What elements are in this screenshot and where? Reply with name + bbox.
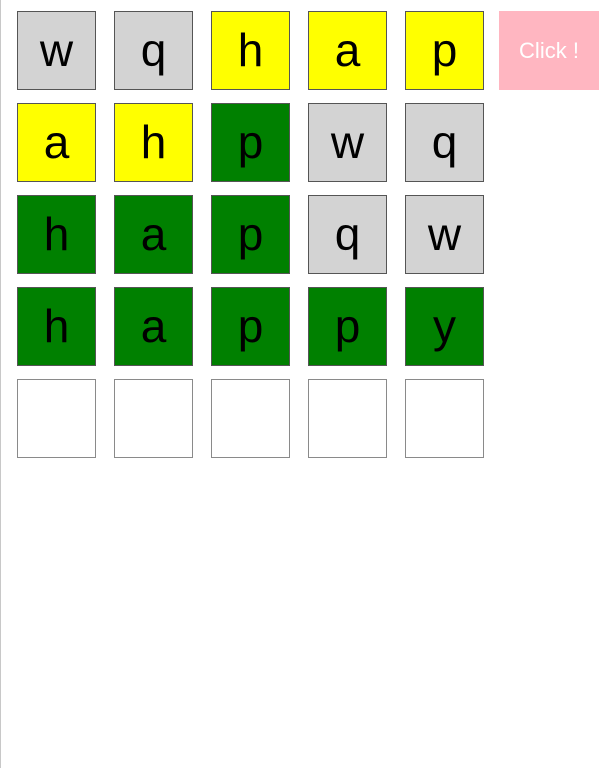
letter-tile: p [308,287,387,366]
letter-tile: p [211,103,290,182]
letter-tile: a [17,103,96,182]
letter-tile: a [308,11,387,90]
letter-tile: q [308,195,387,274]
letter-tile: p [211,287,290,366]
empty-tile [114,379,193,458]
guess-row-3: h a p q w [17,195,502,274]
empty-tile [405,379,484,458]
letter-tile: w [405,195,484,274]
guess-row-4: h a p p y [17,287,502,366]
letter-tile: a [114,287,193,366]
empty-tile [17,379,96,458]
letter-tile: p [211,195,290,274]
guess-row-5 [17,379,502,458]
letter-tile: a [114,195,193,274]
letter-tile: y [405,287,484,366]
letter-tile: h [114,103,193,182]
letter-tile: h [17,287,96,366]
word-grid: w q h a p a h p w q h a p q w h a p p y [17,11,502,471]
guess-row-1: w q h a p [17,11,502,90]
letter-tile: h [17,195,96,274]
guess-row-2: a h p w q [17,103,502,182]
left-border [0,0,1,768]
letter-tile: q [114,11,193,90]
letter-tile: p [405,11,484,90]
letter-tile: h [211,11,290,90]
click-button[interactable]: Click ! [499,11,599,90]
letter-tile: w [17,11,96,90]
game-page: w q h a p a h p w q h a p q w h a p p y [0,0,614,768]
empty-tile [211,379,290,458]
letter-tile: w [308,103,387,182]
empty-tile [308,379,387,458]
letter-tile: q [405,103,484,182]
